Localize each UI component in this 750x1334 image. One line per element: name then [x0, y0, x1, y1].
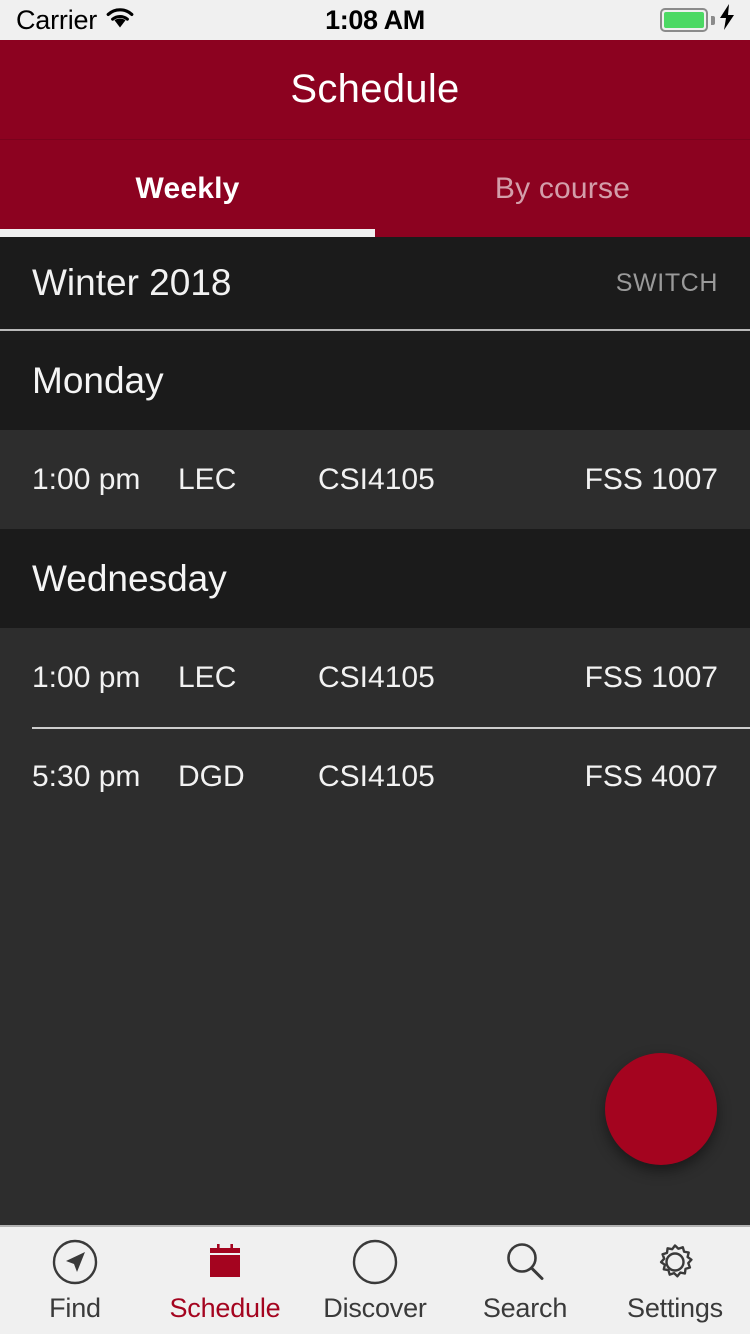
table-row[interactable]: 5:30 pm DGD CSI4105 FSS 4007: [0, 727, 750, 826]
gear-icon: [651, 1237, 699, 1287]
table-row[interactable]: 1:00 pm LEC CSI4105 FSS 1007: [0, 430, 750, 529]
class-code: CSI4105: [318, 759, 435, 793]
class-type: LEC: [178, 660, 237, 694]
app-title-bar: Schedule: [0, 40, 750, 140]
status-bar: Carrier 1:08 AM: [0, 0, 750, 40]
day-label: Wednesday: [32, 557, 227, 599]
class-code: CSI4105: [318, 660, 435, 694]
navigation-arrow-icon: [51, 1237, 99, 1287]
page-title: Schedule: [290, 67, 460, 111]
table-row[interactable]: 1:00 pm LEC CSI4105 FSS 1007: [0, 628, 750, 727]
compass-icon: [351, 1237, 399, 1287]
tab-bar-item-search[interactable]: Search: [450, 1227, 600, 1334]
class-time: 5:30 pm: [32, 759, 141, 793]
class-room: FSS 1007: [584, 660, 718, 694]
term-row: Winter 2018 SWITCH: [0, 237, 750, 331]
segmented-tabs: Weekly By course: [0, 140, 750, 237]
tab-bar-item-find[interactable]: Find: [0, 1227, 150, 1334]
tab-bar-label: Search: [482, 1293, 568, 1323]
class-type: LEC: [178, 462, 237, 496]
tab-bar-item-discover[interactable]: Discover: [300, 1227, 450, 1334]
calendar-icon: [201, 1237, 249, 1287]
tab-weekly-label: Weekly: [135, 171, 240, 205]
class-type: DGD: [178, 759, 245, 793]
switch-term-button[interactable]: SWITCH: [616, 269, 718, 298]
tab-by-course[interactable]: By course: [375, 140, 750, 237]
class-room: FSS 1007: [584, 462, 718, 496]
bottom-tab-bar: Find Schedule Discover Search Settings: [0, 1225, 750, 1334]
class-time: 1:00 pm: [32, 660, 141, 694]
day-header-monday: Monday: [0, 331, 750, 430]
carrier-label: Carrier: [16, 4, 98, 35]
charging-bolt-icon: [718, 3, 736, 37]
battery-full-icon: [660, 8, 708, 32]
tab-by-course-label: By course: [494, 171, 631, 205]
battery-nub: [711, 15, 715, 25]
day-label: Monday: [32, 359, 164, 401]
tab-weekly[interactable]: Weekly: [0, 140, 375, 237]
status-bar-right: [660, 3, 750, 37]
plus-icon: [642, 1090, 680, 1128]
tab-bar-item-settings[interactable]: Settings: [600, 1227, 750, 1334]
tab-bar-label: Schedule: [169, 1293, 281, 1323]
term-name: Winter 2018: [32, 262, 232, 303]
status-bar-left: Carrier: [0, 5, 135, 36]
tab-bar-label: Settings: [627, 1293, 723, 1323]
class-time: 1:00 pm: [32, 462, 141, 496]
class-room: FSS 4007: [584, 759, 718, 793]
tab-bar-label: Discover: [323, 1293, 427, 1323]
tab-bar-item-schedule[interactable]: Schedule: [150, 1227, 300, 1334]
day-header-wednesday: Wednesday: [0, 529, 750, 628]
add-class-button[interactable]: [605, 1053, 717, 1165]
magnifier-icon: [501, 1237, 549, 1287]
wifi-icon: [105, 5, 135, 36]
app-root: Carrier 1:08 AM Schedule Weekly By cours…: [0, 0, 750, 1334]
tab-active-indicator: [0, 229, 375, 237]
class-code: CSI4105: [318, 462, 435, 496]
tab-bar-label: Find: [49, 1293, 101, 1323]
